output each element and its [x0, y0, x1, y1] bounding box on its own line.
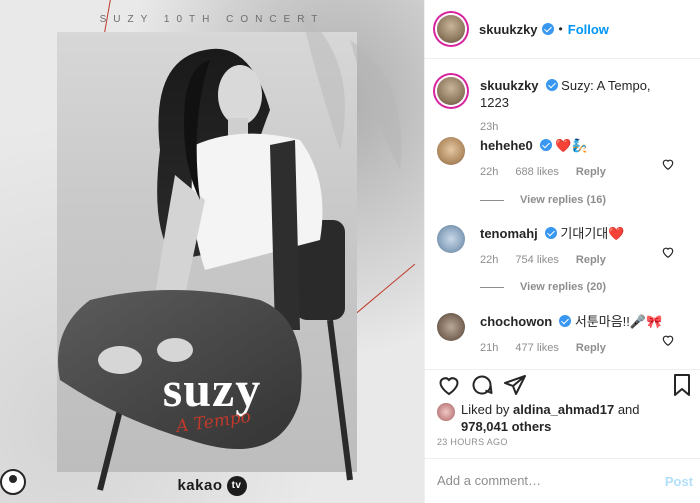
comment-text: chochowon 서툰마음!!🎤🎀: [480, 313, 680, 330]
comment-body: 기대기대❤️: [560, 226, 625, 241]
avatar[interactable]: [437, 15, 465, 43]
poster-top-text: SUZY 10TH CONCERT: [99, 14, 325, 25]
comment-likes[interactable]: 688 likes: [515, 166, 558, 178]
follow-button[interactable]: Follow: [568, 22, 609, 37]
comment-username[interactable]: chochowon: [480, 314, 552, 329]
likes-user-link[interactable]: aldina_ahmad17: [513, 402, 614, 417]
brand-text: kakao: [177, 476, 223, 494]
add-comment-bar: Post: [425, 458, 700, 503]
heart-icon[interactable]: [661, 157, 675, 171]
brand-tv-badge: tv: [226, 476, 247, 496]
separator-dot: •: [558, 22, 563, 36]
verified-icon: [545, 79, 558, 91]
comment-likes[interactable]: 754 likes: [515, 254, 558, 266]
comment-likes[interactable]: 477 likes: [515, 342, 558, 354]
comment-username[interactable]: tenomahj: [480, 226, 538, 241]
comment-meta: 21h 477 likes Reply: [480, 342, 680, 354]
comment-body: ❤️🧞: [555, 138, 588, 153]
bookmark-icon[interactable]: [670, 373, 694, 397]
likes-others-link[interactable]: 978,041 others: [461, 419, 551, 434]
comment-body: 서툰마음!!🎤🎀: [574, 314, 663, 329]
comment-text: tenomahj 기대기대❤️: [480, 225, 680, 242]
likes-prefix: Liked by: [461, 402, 510, 417]
caption-time[interactable]: 23h: [480, 121, 498, 133]
heart-icon[interactable]: [661, 333, 675, 347]
comment-text: hehehe0 ❤️🧞: [480, 137, 680, 154]
caption-username[interactable]: skuukzky: [480, 78, 539, 93]
post-button[interactable]: Post: [665, 474, 693, 489]
tagged-users-icon[interactable]: [0, 469, 26, 495]
share-icon[interactable]: [503, 373, 527, 397]
comment-username[interactable]: hehehe0: [480, 138, 533, 153]
avatar[interactable]: [437, 137, 465, 165]
likes-and: and: [617, 402, 640, 417]
caption-meta: 23h: [480, 121, 680, 133]
action-bar: [425, 369, 700, 401]
post-sidebar: skuukzky • Follow skuukzky Suzy: A Tempo…: [424, 0, 700, 503]
avatar[interactable]: [437, 313, 465, 341]
comment-time[interactable]: 22h: [480, 166, 498, 178]
reply-button[interactable]: Reply: [576, 342, 606, 354]
verified-icon: [544, 227, 557, 239]
reply-button[interactable]: Reply: [576, 254, 606, 266]
comment-time[interactable]: 22h: [480, 254, 498, 266]
heart-icon[interactable]: [661, 245, 675, 259]
comment-input[interactable]: [437, 473, 637, 488]
verified-icon: [539, 139, 552, 151]
post-timestamp[interactable]: 23 HOURS AGO: [437, 437, 508, 447]
avatar[interactable]: [437, 403, 455, 421]
poster-brand: kakao tv: [0, 476, 424, 496]
comment-meta: 22h 754 likes Reply: [480, 254, 680, 266]
avatar[interactable]: [437, 225, 465, 253]
poster-title: suzy: [162, 361, 262, 417]
post-image[interactable]: SUZY 10TH CONCERT suzy A Tempo kakao tv: [0, 0, 424, 503]
heart-icon[interactable]: [437, 373, 461, 397]
caption-text: skuukzky Suzy: A Tempo, 1223: [480, 77, 680, 111]
view-replies-button[interactable]: View replies (20): [480, 281, 606, 293]
verified-icon: [559, 315, 572, 327]
comments-list[interactable]: skuukzky Suzy: A Tempo, 1223 23h hehehe0…: [425, 59, 700, 369]
reply-button[interactable]: Reply: [576, 166, 606, 178]
comment-time[interactable]: 21h: [480, 342, 498, 354]
comment-meta: 22h 688 likes Reply: [480, 166, 680, 178]
likes-text: Liked by aldina_ahmad17 and 978,041 othe…: [461, 401, 691, 435]
avatar[interactable]: [437, 77, 465, 105]
comment-icon[interactable]: [470, 373, 494, 397]
verified-icon: [541, 23, 554, 35]
view-replies-button[interactable]: View replies (16): [480, 194, 606, 206]
header-username[interactable]: skuukzky: [479, 22, 538, 37]
post-header: skuukzky • Follow: [425, 0, 700, 59]
